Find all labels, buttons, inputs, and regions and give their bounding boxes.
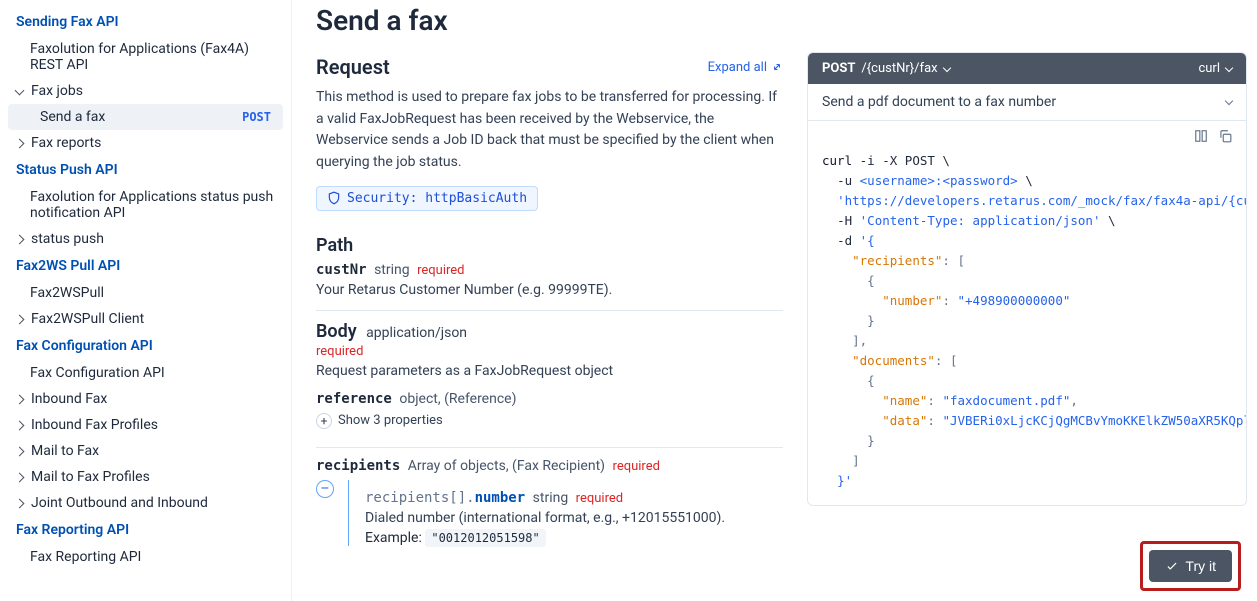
param-type: string — [374, 262, 410, 278]
nav-item[interactable]: Faxolution for Applications (Fax4A) REST… — [4, 36, 287, 78]
wrap-icon[interactable] — [1194, 129, 1208, 147]
nav-section-title[interactable]: Fax Configuration API — [4, 332, 287, 360]
nav-item[interactable]: Fax reports — [4, 130, 287, 156]
code-block[interactable]: curl -i -X POST \ -u <username>:<passwor… — [808, 147, 1246, 505]
body-heading-row: Body application/json — [316, 321, 783, 342]
security-label: Security: — [347, 191, 417, 206]
sidebar-nav: Sending Fax APIFaxolution for Applicatio… — [0, 0, 292, 601]
body-heading: Body — [316, 321, 357, 342]
try-it-label: Try it — [1185, 558, 1216, 574]
try-it-highlight: Try it — [1140, 541, 1241, 591]
example-label: Example: — [365, 530, 422, 546]
nested-params: recipients[].number string required Dial… — [348, 480, 783, 546]
param-type: Array of objects, (Fax Recipient) — [408, 458, 605, 474]
recipients-row: recipients Array of objects, (Fax Recipi… — [316, 458, 783, 474]
nav-section-title[interactable]: Fax Reporting API — [4, 516, 287, 544]
expand-all-button[interactable]: Expand all — [708, 60, 783, 75]
nav-item[interactable]: status push — [4, 226, 287, 252]
nav-item[interactable]: Fax2WSPull — [4, 280, 287, 306]
param-required: required — [576, 491, 623, 506]
path-param-row: custNr string required — [316, 262, 783, 278]
security-badge[interactable]: Security: httpBasicAuth — [316, 186, 538, 211]
shield-icon — [327, 191, 341, 205]
body-desc: Request parameters as a FaxJobRequest ob… — [316, 363, 783, 379]
nav-subitem[interactable]: Send a faxPOST — [8, 104, 283, 130]
code-sample-panel: POST /{custNr}/fax curl Send a pdf docum… — [807, 0, 1257, 601]
try-it-button[interactable]: Try it — [1149, 550, 1232, 582]
chevron-down-icon — [1225, 97, 1233, 105]
show-props-label: Show 3 properties — [338, 413, 443, 428]
nav-item[interactable]: Fax Configuration API — [4, 360, 287, 386]
param-desc: Your Retarus Customer Number (e.g. 99999… — [316, 282, 783, 298]
chevron-down-icon[interactable] — [942, 63, 950, 71]
nav-item[interactable]: Inbound Fax Profiles — [4, 412, 287, 438]
param-name: recipients — [316, 458, 400, 474]
param-type: string — [533, 490, 569, 506]
body-media-type: application/json — [366, 325, 467, 341]
request-description: This method is used to prepare fax jobs … — [316, 87, 783, 174]
example-label: Send a pdf document to a fax number — [822, 94, 1056, 110]
http-method: POST — [822, 61, 855, 76]
param-desc: Dialed number (international format, e.g… — [365, 510, 783, 526]
reference-row: reference object, (Reference) — [316, 391, 783, 407]
nav-section-title[interactable]: Status Push API — [4, 156, 287, 184]
param-type: object, (Reference) — [399, 391, 516, 407]
nav-section-title[interactable]: Sending Fax API — [4, 8, 287, 36]
nav-item[interactable]: Faxolution for Applications status push … — [4, 184, 287, 226]
plus-icon: + — [316, 413, 332, 429]
example-value: "0012012051598" — [425, 529, 545, 547]
expand-icon — [771, 61, 783, 73]
nav-item[interactable]: Inbound Fax — [4, 386, 287, 412]
page-title: Send a fax — [316, 4, 783, 37]
body-required: required — [316, 344, 783, 359]
code-panel-header: POST /{custNr}/fax curl — [808, 53, 1246, 84]
nav-item[interactable]: Fax Reporting API — [4, 544, 287, 570]
security-value: httpBasicAuth — [425, 191, 527, 206]
method-badge: POST — [242, 110, 271, 124]
divider — [316, 447, 783, 448]
param-required: required — [417, 263, 464, 278]
show-properties-button[interactable]: + Show 3 properties — [316, 413, 443, 429]
chevron-down-icon — [1225, 63, 1233, 71]
expand-all-label: Expand all — [708, 60, 767, 75]
nav-item[interactable]: Mail to Fax Profiles — [4, 464, 287, 490]
param-required: required — [613, 459, 660, 474]
example-selector[interactable]: Send a pdf document to a fax number — [808, 84, 1246, 121]
nav-item[interactable]: Fax jobs — [4, 78, 287, 104]
nav-item[interactable]: Fax2WSPull Client — [4, 306, 287, 332]
collapse-icon[interactable]: – — [316, 480, 334, 498]
copy-icon[interactable] — [1218, 129, 1232, 147]
endpoint-path: /{custNr}/fax — [861, 61, 937, 76]
request-heading: Request — [316, 55, 390, 79]
param-name: recipients[].number — [365, 490, 525, 506]
rocket-icon — [1165, 559, 1179, 573]
param-name: custNr — [316, 262, 367, 278]
nav-item[interactable]: Mail to Fax — [4, 438, 287, 464]
param-name: reference — [316, 391, 392, 407]
nav-section-title[interactable]: Fax2WS Pull API — [4, 252, 287, 280]
language-selector[interactable]: curl — [1198, 61, 1232, 76]
example-row: Example: "0012012051598" — [365, 530, 783, 546]
divider — [316, 310, 783, 311]
nav-item[interactable]: Joint Outbound and Inbound — [4, 490, 287, 516]
path-heading: Path — [316, 235, 783, 256]
lang-label: curl — [1198, 61, 1220, 76]
main-content: Send a fax Request Expand all This metho… — [292, 0, 807, 601]
